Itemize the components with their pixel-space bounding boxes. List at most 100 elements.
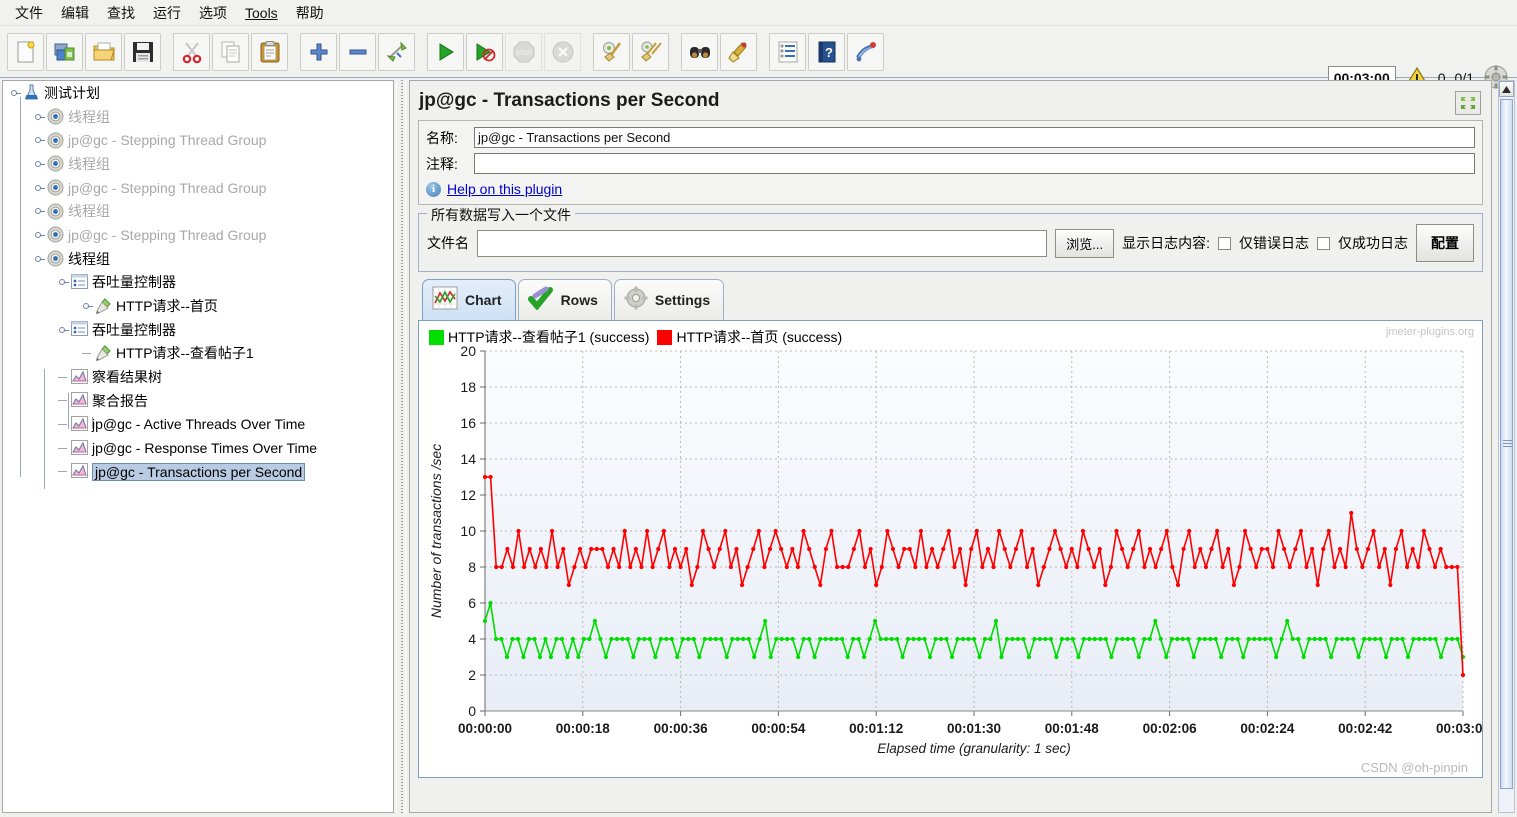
search-button[interactable] bbox=[681, 32, 718, 71]
tree-item-5[interactable]: 线程组 bbox=[3, 199, 393, 223]
paste-button[interactable] bbox=[251, 32, 288, 71]
comment-label: 注释: bbox=[426, 155, 458, 172]
clear-all-button[interactable] bbox=[632, 32, 669, 71]
tree-item-6[interactable]: jp@gc - Stepping Thread Group bbox=[3, 223, 393, 247]
tree-expand-handle[interactable] bbox=[31, 252, 45, 266]
clipboard-icon bbox=[258, 40, 282, 64]
new-button[interactable] bbox=[7, 32, 44, 71]
page-watermark: CSDN @oh-pinpin bbox=[1360, 760, 1468, 775]
tab-chart[interactable]: Chart bbox=[422, 279, 516, 320]
help-button[interactable]: ? bbox=[808, 32, 845, 71]
help-icon: ? bbox=[817, 40, 837, 64]
start-no-pauses-icon bbox=[473, 41, 497, 63]
tab-settings[interactable]: Settings bbox=[613, 279, 725, 320]
tree-expand-handle[interactable] bbox=[7, 86, 21, 100]
toggle-button[interactable] bbox=[378, 32, 415, 71]
comment-input[interactable] bbox=[474, 153, 1475, 174]
main-vertical-scrollbar[interactable] bbox=[1498, 80, 1515, 813]
tree-expand-handle[interactable] bbox=[31, 133, 45, 147]
scroll-thumb[interactable] bbox=[1500, 99, 1513, 789]
shutdown-button[interactable] bbox=[544, 32, 581, 71]
tree-item-7[interactable]: 线程组 bbox=[3, 247, 393, 271]
save-button[interactable] bbox=[124, 32, 161, 71]
tree-item-1[interactable]: 线程组 bbox=[3, 105, 393, 129]
tree-item-14[interactable]: jp@gc - Active Threads Over Time bbox=[3, 413, 393, 437]
tree-expand-handle[interactable] bbox=[31, 157, 45, 171]
tree-item-3[interactable]: 线程组 bbox=[3, 152, 393, 176]
menu-item-edit[interactable]: 编辑 bbox=[52, 0, 98, 26]
tab-rows[interactable]: Rows bbox=[517, 279, 612, 320]
menu-item-file[interactable]: 文件 bbox=[6, 0, 52, 26]
maximize-panel-icon[interactable] bbox=[1455, 91, 1481, 115]
tree-item-4[interactable]: jp@gc - Stepping Thread Group bbox=[3, 176, 393, 200]
expand-all-button[interactable] bbox=[300, 32, 337, 71]
filename-input[interactable] bbox=[477, 229, 1048, 257]
tree-item-11[interactable]: HTTP请求--查看帖子1 bbox=[3, 342, 393, 366]
svg-text:00:02:42: 00:02:42 bbox=[1338, 721, 1392, 736]
tree-item-10[interactable]: 吞吐量控制器 bbox=[3, 318, 393, 342]
success-only-checkbox[interactable] bbox=[1317, 236, 1330, 250]
tree-item-label: HTTP请求--查看帖子1 bbox=[116, 345, 254, 362]
function-helper-button[interactable] bbox=[769, 32, 806, 71]
tree-expand-handle[interactable] bbox=[55, 323, 69, 337]
thread-group-icon bbox=[47, 155, 64, 172]
tree-item-15[interactable]: jp@gc - Response Times Over Time bbox=[3, 436, 393, 460]
help-row: i Help on this plugin bbox=[426, 179, 1475, 197]
scroll-up-arrow[interactable] bbox=[1499, 81, 1514, 97]
svg-text:00:01:30: 00:01:30 bbox=[947, 721, 1001, 736]
success-only-label: 仅成功日志 bbox=[1338, 235, 1408, 251]
tree-item-13[interactable]: 聚合报告 bbox=[3, 389, 393, 413]
broom-icon bbox=[727, 40, 751, 64]
tree-expand-handle[interactable] bbox=[79, 299, 93, 313]
cut-button[interactable] bbox=[173, 32, 210, 71]
help-on-plugin-link[interactable]: Help on this plugin bbox=[447, 181, 562, 197]
svg-text:12: 12 bbox=[460, 487, 476, 503]
tree-item-9[interactable]: HTTP请求--首页 bbox=[3, 294, 393, 318]
errors-only-checkbox[interactable] bbox=[1218, 236, 1231, 250]
tps-chart[interactable]: HTTP请求--查看帖子1 (success) HTTP请求--首页 (succ… bbox=[418, 320, 1483, 778]
collapse-all-button[interactable] bbox=[339, 32, 376, 71]
stop-icon: STOP bbox=[512, 40, 536, 64]
tree-leaf-handle bbox=[79, 346, 93, 360]
svg-text:00:00:00: 00:00:00 bbox=[458, 721, 512, 736]
tree-expand-handle[interactable] bbox=[31, 181, 45, 195]
open-button[interactable] bbox=[85, 32, 122, 71]
split-pane-divider[interactable] bbox=[396, 80, 406, 813]
tree-item-0[interactable]: 测试计划 bbox=[3, 81, 393, 105]
tree-item-12[interactable]: 察看结果树 bbox=[3, 365, 393, 389]
templates-button[interactable] bbox=[46, 32, 83, 71]
menu-item-run[interactable]: 运行 bbox=[144, 0, 190, 26]
stop-button[interactable]: STOP bbox=[505, 32, 542, 71]
listener-icon bbox=[71, 368, 88, 386]
name-input[interactable]: jp@gc - Transactions per Second bbox=[474, 127, 1475, 148]
configure-button[interactable]: 配置 bbox=[1416, 224, 1474, 262]
menu-item-options[interactable]: 选项 bbox=[190, 0, 236, 26]
chart-tab-icon bbox=[432, 286, 458, 313]
start-button[interactable] bbox=[427, 32, 464, 71]
tree-expand-handle[interactable] bbox=[31, 204, 45, 218]
test-plan-tree[interactable]: 测试计划 线程组 jp@gc - Stepping Thread Group 线程组 j… bbox=[2, 80, 394, 813]
undo-redo-button[interactable] bbox=[847, 32, 884, 71]
tree-item-label: 线程组 bbox=[68, 108, 110, 125]
clear-button[interactable] bbox=[593, 32, 630, 71]
search-reset-button[interactable] bbox=[720, 32, 757, 71]
menu-item-tools[interactable]: Tools bbox=[236, 2, 287, 24]
search-icon bbox=[688, 42, 712, 62]
errors-only-label: 仅错误日志 bbox=[1239, 235, 1309, 251]
tab-chart-label: Chart bbox=[465, 291, 502, 308]
menu-item-search[interactable]: 查找 bbox=[98, 0, 144, 26]
tree-item-16[interactable]: jp@gc - Transactions per Second bbox=[3, 460, 393, 484]
copy-button[interactable] bbox=[212, 32, 249, 71]
tree-item-8[interactable]: 吞吐量控制器 bbox=[3, 271, 393, 295]
tree-expand-handle[interactable] bbox=[31, 228, 45, 242]
tree-expand-handle[interactable] bbox=[55, 275, 69, 289]
svg-text:14: 14 bbox=[460, 451, 476, 467]
tree-expand-handle[interactable] bbox=[31, 110, 45, 124]
name-comment-box: 名称: jp@gc - Transactions per Second 注释: … bbox=[418, 120, 1483, 205]
page-title: jp@gc - Transactions per Second bbox=[419, 90, 720, 111]
browse-button[interactable]: 浏览... bbox=[1055, 228, 1115, 258]
tree-item-2[interactable]: jp@gc - Stepping Thread Group bbox=[3, 128, 393, 152]
start-no-pauses-button[interactable] bbox=[466, 32, 503, 71]
menu-item-help[interactable]: 帮助 bbox=[287, 0, 333, 26]
toolbar: STOP ? 00:03:00 0 0/1 bbox=[0, 26, 1517, 90]
